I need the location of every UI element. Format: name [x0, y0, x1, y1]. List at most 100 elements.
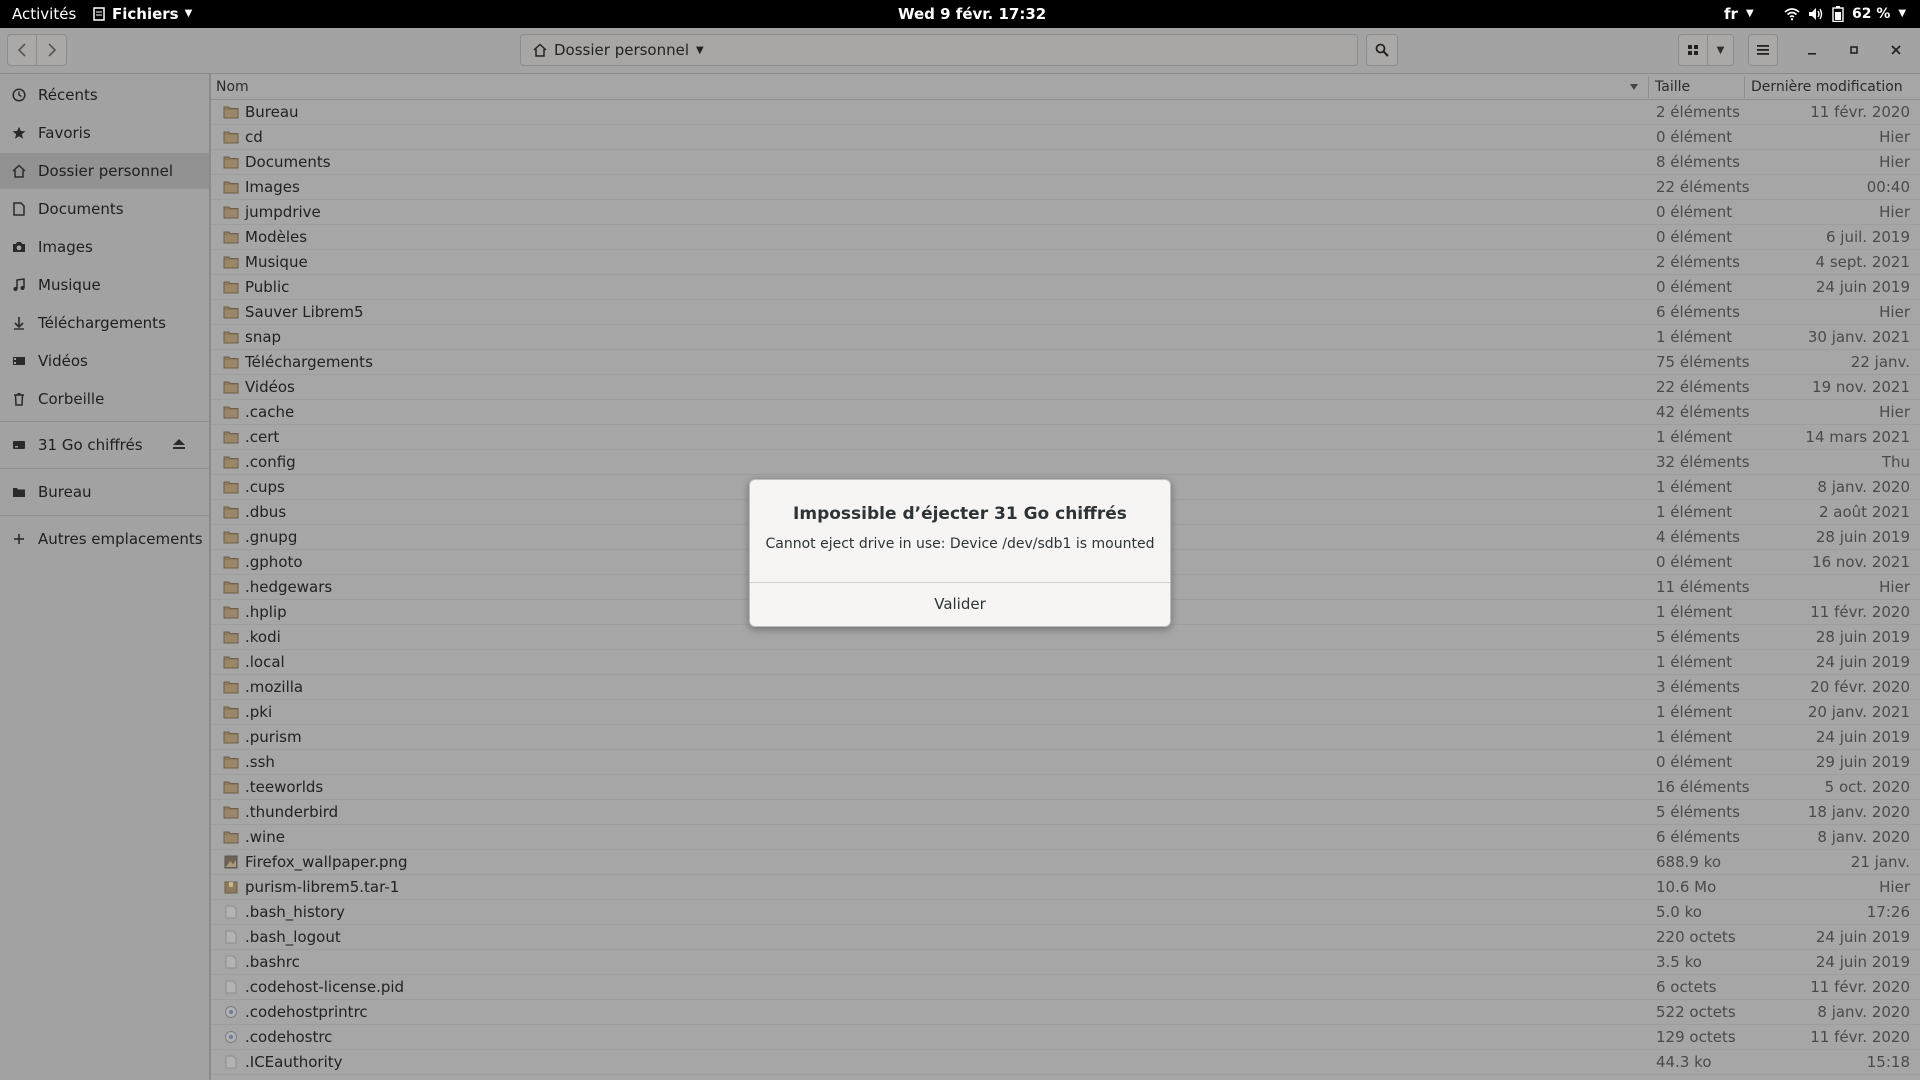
file-row[interactable]: purism-librem5.tar-1 10.6 Mo Hier: [211, 875, 1920, 900]
file-size: 5 éléments: [1656, 628, 1740, 646]
minimize-button[interactable]: [1797, 34, 1827, 66]
chevron-down-icon: ▼: [1745, 8, 1754, 19]
file-row[interactable]: Sauver Librem5 6 éléments Hier: [211, 300, 1920, 325]
file-row[interactable]: Bureau 2 éléments 11 févr. 2020: [211, 100, 1920, 125]
file-row[interactable]: snap 1 élément 30 janv. 2021: [211, 325, 1920, 350]
view-options-button[interactable]: ▼: [1708, 34, 1734, 66]
sidebar-item-recent[interactable]: Récents: [0, 77, 209, 113]
folder-icon: [223, 329, 239, 345]
file-size: 1 élément: [1656, 428, 1733, 446]
file-size: 0 élément: [1656, 278, 1733, 296]
file-row[interactable]: jumpdrive 0 élément Hier: [211, 200, 1920, 225]
search-button[interactable]: [1366, 34, 1398, 66]
back-button[interactable]: [7, 34, 37, 66]
chevron-down-icon: ▼: [1898, 8, 1907, 19]
file-name: cd: [245, 128, 263, 146]
sidebar-item-images[interactable]: Images: [0, 229, 209, 265]
folder-icon: [223, 729, 239, 745]
file-row[interactable]: .purism 1 élément 24 juin 2019: [211, 725, 1920, 750]
file-row[interactable]: .config 32 éléments Thu: [211, 450, 1920, 475]
eject-icon[interactable]: [172, 438, 186, 450]
file-modified: Hier: [1879, 153, 1910, 171]
file-row[interactable]: Modèles 0 élément 6 juil. 2019: [211, 225, 1920, 250]
file-row[interactable]: .pki 1 élément 20 janv. 2021: [211, 700, 1920, 725]
file-row[interactable]: .bash_history 5.0 ko 17:26: [211, 900, 1920, 925]
chevron-down-icon: ▼: [1716, 44, 1725, 56]
file-row[interactable]: .ssh 0 élément 29 juin 2019: [211, 750, 1920, 775]
clock-icon: [0, 88, 38, 102]
activities-button[interactable]: Activités: [12, 0, 76, 28]
breadcrumb[interactable]: Dossier personnel ▼: [533, 35, 704, 65]
sidebar-item-trash[interactable]: Corbeille: [0, 381, 209, 417]
sidebar-item-downloads[interactable]: Téléchargements: [0, 305, 209, 341]
file-row[interactable]: .kodi 5 éléments 28 juin 2019: [211, 625, 1920, 650]
clock[interactable]: Wed 9 févr. 17:32: [898, 0, 1046, 28]
close-button[interactable]: [1881, 34, 1911, 66]
sidebar: Récents Favoris Dossier personnel Docume…: [0, 74, 210, 1080]
file-row[interactable]: .thunderbird 5 éléments 18 janv. 2020: [211, 800, 1920, 825]
document-icon: [0, 202, 38, 216]
file-row[interactable]: .wine 6 éléments 8 janv. 2020: [211, 825, 1920, 850]
language-indicator[interactable]: fr ▼: [1724, 0, 1754, 28]
sidebar-item-documents[interactable]: Documents: [0, 191, 209, 227]
trash-icon: [0, 392, 38, 406]
sidebar-item-encrypted-drive[interactable]: 31 Go chiffrés: [0, 427, 209, 463]
file-name: .cert: [245, 428, 280, 446]
sort-descending-icon[interactable]: [1629, 83, 1639, 91]
file-row[interactable]: .teeworlds 16 éléments 5 oct. 2020: [211, 775, 1920, 800]
column-header-modified[interactable]: Dernière modification: [1751, 74, 1903, 100]
file-row[interactable]: Musique 2 éléments 4 sept. 2021: [211, 250, 1920, 275]
file-row[interactable]: .ICEauthority 44.3 ko 15:18: [211, 1050, 1920, 1075]
file-size: 0 élément: [1656, 128, 1733, 146]
file-size: 44.3 ko: [1656, 1053, 1712, 1071]
file-modified: 24 juin 2019: [1815, 653, 1910, 671]
folder-icon: [223, 154, 239, 170]
grid-icon: [1687, 44, 1699, 56]
music-icon: [0, 278, 38, 292]
file-row[interactable]: Vidéos 22 éléments 19 nov. 2021: [211, 375, 1920, 400]
file-row[interactable]: .codehostprintrc 522 octets 8 janv. 2020: [211, 1000, 1920, 1025]
hamburger-menu-icon: [1756, 44, 1770, 56]
sidebar-item-label: Musique: [38, 276, 101, 294]
file-name: .thunderbird: [245, 803, 339, 821]
file-row[interactable]: Téléchargements 75 éléments 22 janv.: [211, 350, 1920, 375]
sidebar-item-other-locations[interactable]: Autres emplacements: [0, 521, 209, 557]
sidebar-item-music[interactable]: Musique: [0, 267, 209, 303]
file-row[interactable]: .cert 1 élément 14 mars 2021: [211, 425, 1920, 450]
file-row[interactable]: .cache 42 éléments Hier: [211, 400, 1920, 425]
file-row[interactable]: Public 0 élément 24 juin 2019: [211, 275, 1920, 300]
file-row[interactable]: .bash_logout 220 octets 24 juin 2019: [211, 925, 1920, 950]
file-row[interactable]: .mozilla 3 éléments 20 févr. 2020: [211, 675, 1920, 700]
eject-error-dialog: Impossible d’éjecter 31 Go chiffrés Cann…: [749, 479, 1171, 627]
close-icon: [1891, 45, 1901, 55]
sidebar-item-home[interactable]: Dossier personnel: [0, 153, 209, 189]
file-size: 0 élément: [1656, 228, 1733, 246]
text-file-icon: [223, 1054, 239, 1070]
file-size: 1 élément: [1656, 728, 1733, 746]
file-row[interactable]: cd 0 élément Hier: [211, 125, 1920, 150]
file-modified: 21 janv.: [1850, 853, 1910, 871]
main-menu-button[interactable]: [1748, 34, 1778, 66]
forward-button[interactable]: [37, 34, 67, 66]
column-header-name[interactable]: Nom: [216, 74, 249, 100]
maximize-button[interactable]: [1839, 34, 1869, 66]
column-header-size[interactable]: Taille: [1655, 74, 1690, 100]
file-size: 0 élément: [1656, 553, 1733, 571]
file-row[interactable]: Documents 8 éléments Hier: [211, 150, 1920, 175]
sidebar-item-desktop-bookmark[interactable]: Bureau: [0, 474, 209, 510]
file-row[interactable]: .local 1 élément 24 juin 2019: [211, 650, 1920, 675]
system-menu[interactable]: 62 % ▼: [1784, 0, 1906, 28]
file-row[interactable]: Images 22 éléments 00:40: [211, 175, 1920, 200]
file-row[interactable]: Firefox_wallpaper.png 688.9 ko 21 janv.: [211, 850, 1920, 875]
app-menu-button[interactable]: Fichiers ▼: [92, 0, 192, 28]
sidebar-item-favorites[interactable]: Favoris: [0, 115, 209, 151]
ok-button[interactable]: Valider: [750, 583, 1170, 626]
file-row[interactable]: .codehostrc 129 octets 11 févr. 2020: [211, 1025, 1920, 1050]
file-name: .hedgewars: [245, 578, 333, 596]
file-modified: 24 juin 2019: [1815, 278, 1910, 296]
file-row[interactable]: .bashrc 3.5 ko 24 juin 2019: [211, 950, 1920, 975]
sidebar-item-videos[interactable]: Vidéos: [0, 343, 209, 379]
file-row[interactable]: .codehost-license.pid 6 octets 11 févr. 20…: [211, 975, 1920, 1000]
path-bar[interactable]: Dossier personnel ▼: [520, 34, 1358, 66]
grid-view-button[interactable]: [1678, 34, 1708, 66]
